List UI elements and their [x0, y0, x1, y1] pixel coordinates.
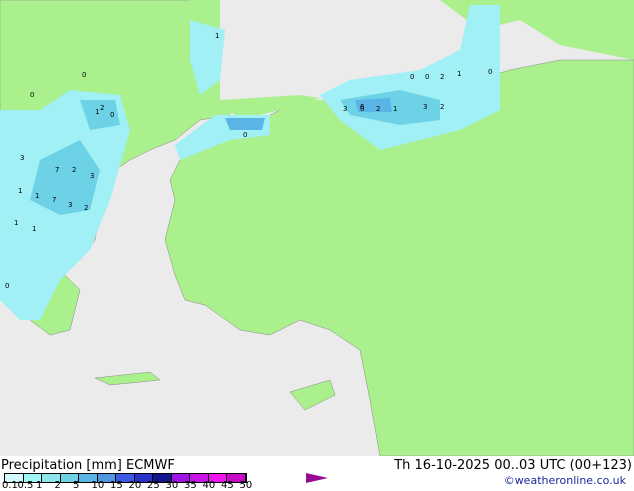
legend-tick: 0.1: [2, 480, 18, 491]
legend-tick: 50: [239, 480, 253, 491]
legend-tick: 45: [221, 480, 234, 491]
legend-ticks: 0.1 0.5 1 2 5 10 15 20 25 30 35 40 45 50: [0, 480, 330, 491]
legend-tick: 2: [54, 480, 61, 491]
point-value: 1: [18, 187, 22, 195]
point-value: 2: [72, 166, 76, 174]
legend-tick: 25: [147, 480, 160, 491]
credit-link[interactable]: ©weatheronline.co.uk: [504, 474, 626, 487]
point-value: 0: [30, 91, 34, 99]
point-value: 2: [84, 204, 88, 212]
legend-tick: 40: [202, 480, 216, 491]
legend-tick: 5: [73, 480, 80, 491]
legend-tick: 15: [110, 480, 123, 491]
legend-tick: 0.5: [17, 480, 34, 491]
legend-tick: 20: [128, 480, 142, 491]
point-value: 2: [376, 105, 380, 113]
point-value: 1: [95, 108, 99, 116]
point-value: 0: [425, 73, 429, 81]
point-value: 0: [410, 73, 414, 81]
point-value: 1: [457, 70, 461, 78]
title-text: Precipitation [mm]: [1, 458, 122, 473]
legend-tick: 1: [36, 480, 43, 491]
point-value: 1: [215, 32, 219, 40]
point-value: 2: [100, 104, 104, 112]
point-value: 7: [52, 196, 56, 204]
map-title: Precipitation [mm] ECMWF: [1, 458, 175, 473]
point-value: 3: [20, 154, 24, 162]
point-value: 2: [440, 73, 444, 81]
point-value: 0: [5, 282, 9, 290]
point-value: 3: [68, 201, 72, 209]
legend-tick: 10: [91, 480, 105, 491]
point-value: 0: [243, 131, 247, 139]
point-value: 0: [488, 68, 492, 76]
point-value: 3: [343, 105, 347, 113]
valid-time: Th 16-10-2025 00..03 UTC (00+123): [394, 458, 632, 473]
point-value: 1: [14, 219, 18, 227]
point-value: 1: [393, 105, 397, 113]
point-value: 2: [440, 103, 444, 111]
point-value: 3: [423, 103, 427, 111]
point-value: 1: [35, 192, 39, 200]
legend-tick: 35: [184, 480, 197, 491]
point-value: 3: [90, 172, 94, 180]
point-value: 6: [360, 103, 365, 111]
point-value: 1: [32, 225, 36, 233]
point-value: 0: [82, 71, 86, 79]
point-value: 0: [110, 111, 114, 119]
model-name: ECMWF: [126, 458, 175, 473]
point-value: 7: [55, 166, 59, 174]
precipitation-map: 10 0 2 1 03 0 2 16 231 0207 231 73 21110300: [0, 0, 634, 456]
legend-tick: 30: [165, 480, 179, 491]
